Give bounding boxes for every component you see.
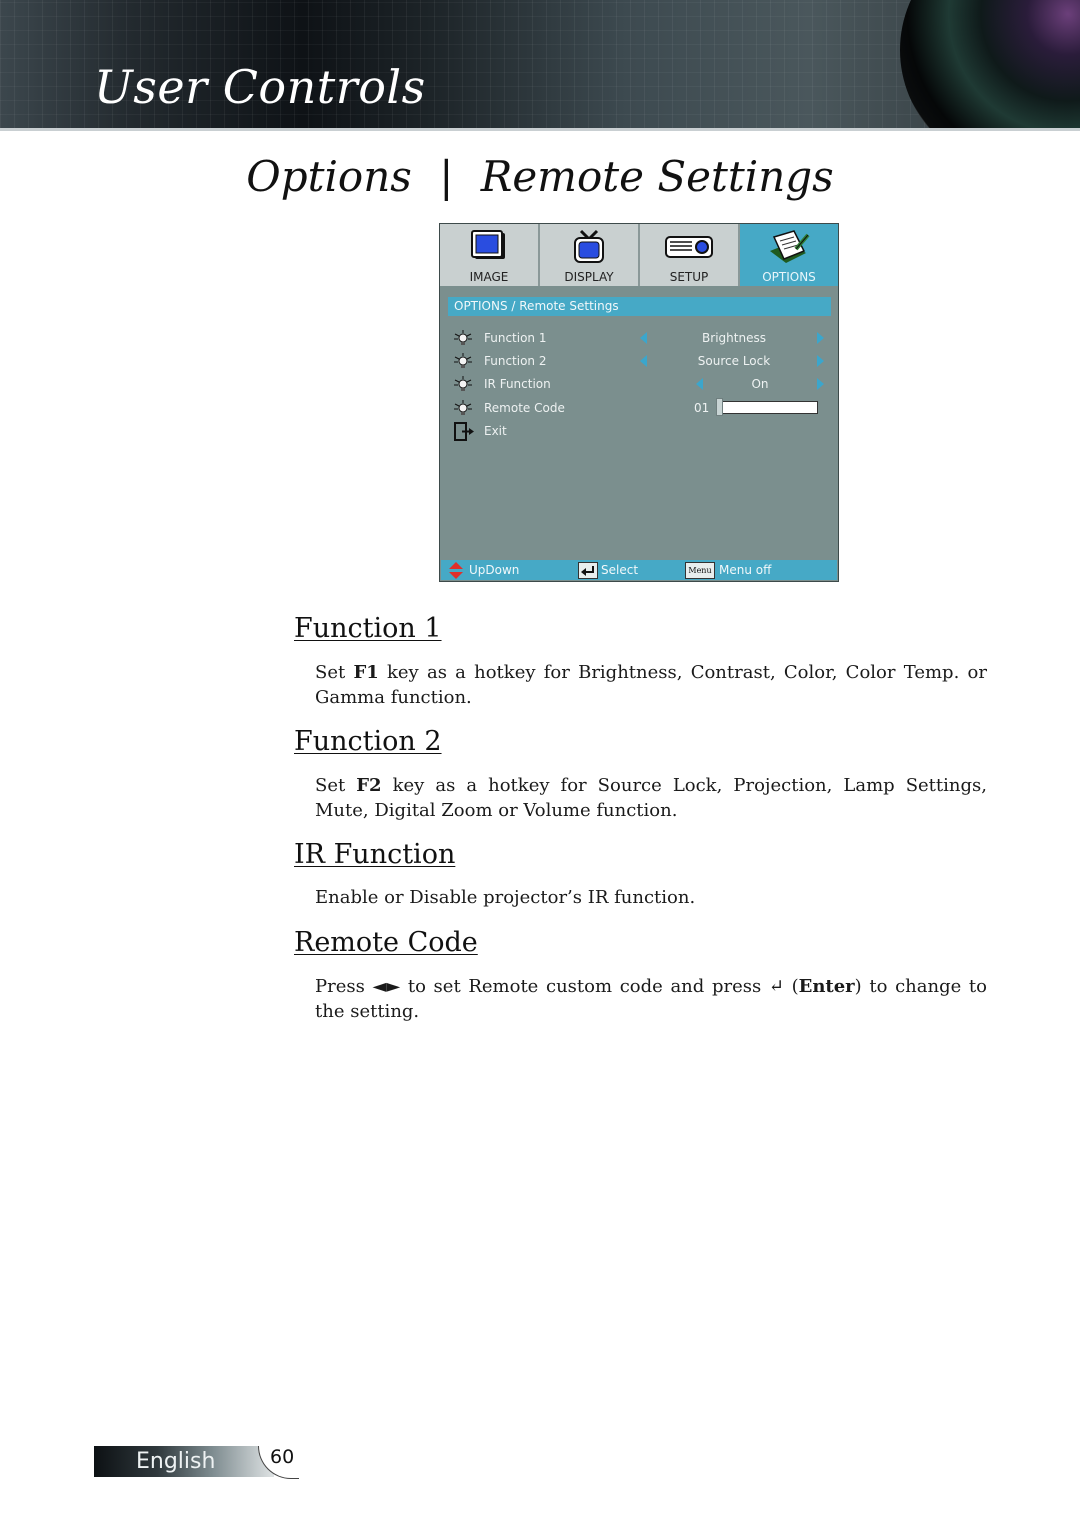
osd-item-label: Exit (484, 424, 507, 438)
osd-footer-bar: UpDown Select Menu Menu off (441, 560, 837, 580)
osd-item-function-1[interactable]: Function 1 Brightness (454, 328, 832, 348)
osd-item-ir-function[interactable]: IR Function On (454, 374, 832, 394)
tab-display[interactable]: DISPLAY (540, 224, 640, 286)
enter-key-label: Enter (798, 976, 855, 997)
para-function-2: Set F2 key as a hotkey for Source Lock, … (315, 773, 987, 823)
tv-icon (574, 229, 604, 263)
osd-item-label: IR Function (484, 377, 551, 391)
updown-label: UpDown (469, 563, 520, 577)
banner-divider (0, 128, 1080, 131)
heading-ir-function: IR Function (294, 839, 456, 870)
key-f1: F1 (353, 662, 379, 683)
para-ir-function: Enable or Disable projector’s IR functio… (315, 887, 696, 908)
text: key as a hotkey for Source Lock, Project… (315, 775, 987, 821)
text: Press ◄► to set Remote custom code and p… (315, 976, 799, 997)
language-tab: English (94, 1446, 274, 1477)
osd-item-label: Function 1 (484, 331, 547, 345)
bulb-icon (454, 330, 472, 345)
page-number: 60 (270, 1446, 295, 1468)
osd-menu: IMAGE DISPLAY SETUP OPTIONS OPTIONS / Re… (439, 223, 839, 582)
osd-item-label: Remote Code (484, 401, 565, 415)
heading-function-1: Function 1 (294, 613, 442, 644)
osd-item-value: Brightness (702, 331, 766, 345)
bulb-icon (454, 353, 472, 368)
left-arrow-icon[interactable] (640, 355, 647, 367)
osd-item-remote-code[interactable]: Remote Code 01 (454, 398, 832, 418)
osd-tab-bar: IMAGE DISPLAY SETUP OPTIONS (440, 224, 838, 286)
menu-off-label: Menu off (719, 563, 772, 577)
remote-code-slider-track[interactable] (716, 401, 818, 414)
menu-key-icon: Menu (685, 562, 715, 579)
heading-remote-code: Remote Code (294, 927, 478, 958)
tab-setup[interactable]: SETUP (640, 224, 740, 286)
tab-options[interactable]: OPTIONS (740, 224, 838, 286)
exit-icon (454, 422, 474, 441)
page-title-left: Options (246, 152, 412, 201)
tab-image-label: IMAGE (469, 270, 509, 284)
bulb-icon (454, 376, 472, 391)
updown-arrow-icon (449, 562, 463, 579)
para-function-1: Set F1 key as a hotkey for Brightness, C… (315, 660, 987, 710)
right-arrow-icon[interactable] (817, 332, 824, 344)
osd-item-value: On (751, 377, 769, 391)
remote-code-slider-handle[interactable] (716, 398, 723, 416)
left-arrow-icon[interactable] (640, 332, 647, 344)
right-arrow-icon[interactable] (817, 378, 824, 390)
remote-code-value: 01 (694, 401, 710, 415)
page-title-right: Remote Settings (480, 152, 834, 201)
text: Set (315, 775, 357, 796)
para-remote-code: Press ◄► to set Remote custom code and p… (315, 974, 987, 1024)
select-label: Select (601, 563, 639, 577)
osd-item-exit[interactable]: Exit (454, 421, 832, 441)
osd-item-value: Source Lock (697, 354, 771, 368)
bulb-icon (454, 400, 472, 415)
section-title: User Controls (94, 60, 426, 114)
tab-setup-label: SETUP (669, 270, 709, 284)
page-title-separator: | (439, 152, 454, 201)
left-arrow-icon[interactable] (696, 378, 703, 390)
notepad-icon (770, 230, 810, 263)
camera-lens-image (900, 0, 1080, 129)
right-arrow-icon[interactable] (817, 355, 824, 367)
page-title: Options | Remote Settings (0, 152, 1080, 201)
tab-image[interactable]: IMAGE (440, 224, 540, 286)
key-f2: F2 (356, 775, 382, 796)
monitor-icon (471, 230, 505, 259)
osd-breadcrumb: OPTIONS / Remote Settings (448, 297, 831, 316)
text: Set (315, 662, 354, 683)
tab-options-label: OPTIONS (762, 270, 816, 284)
heading-function-2: Function 2 (294, 726, 442, 757)
enter-key-icon (578, 562, 598, 579)
header-banner: User Controls (0, 0, 1080, 129)
projector-icon (665, 236, 713, 258)
osd-item-label: Function 2 (484, 354, 547, 368)
osd-item-function-2[interactable]: Function 2 Source Lock (454, 351, 832, 371)
text: key as a hotkey for Brightness, Contrast… (315, 662, 987, 708)
tab-display-label: DISPLAY (564, 270, 614, 284)
